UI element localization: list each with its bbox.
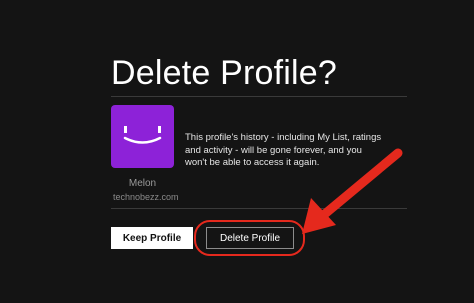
watermark: technobezz.com	[113, 192, 179, 202]
smiley-face-icon	[123, 126, 162, 144]
profile-avatar	[111, 105, 174, 168]
keep-profile-button[interactable]: Keep Profile	[111, 227, 193, 249]
page-title: Delete Profile?	[111, 54, 338, 92]
profile-name: Melon	[128, 178, 157, 189]
divider-bottom	[111, 208, 407, 209]
delete-warning-message: This profile's history - including My Li…	[185, 132, 382, 168]
delete-profile-button[interactable]: Delete Profile	[206, 227, 294, 249]
divider-top	[111, 96, 407, 97]
